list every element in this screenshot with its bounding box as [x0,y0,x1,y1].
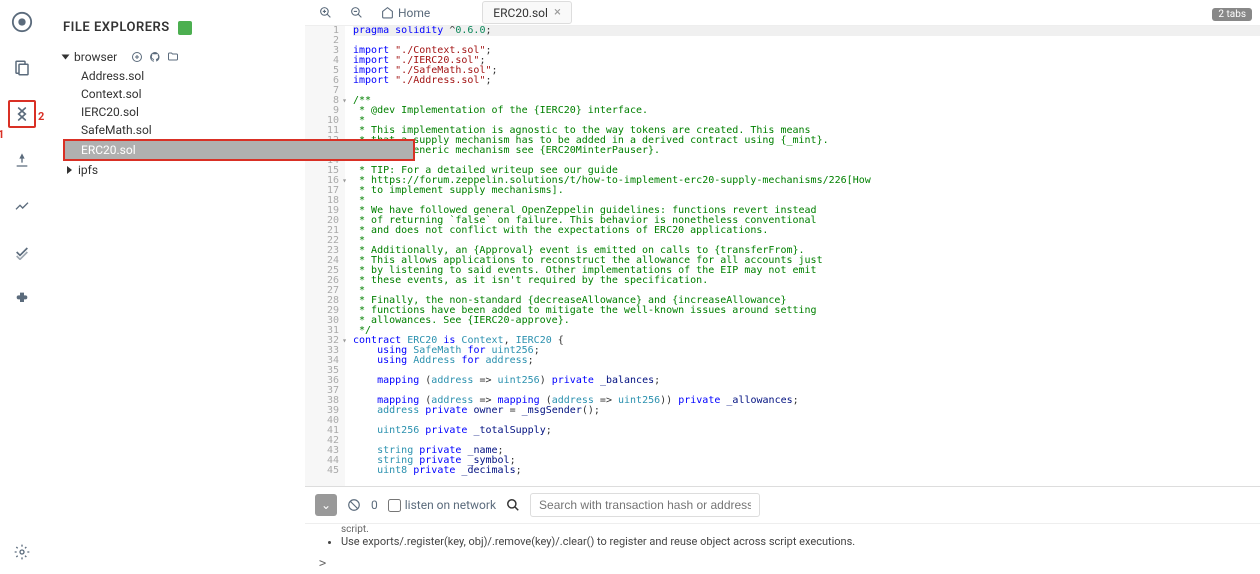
plugin-manager-icon[interactable] [8,284,36,312]
caret-down-icon [62,55,70,60]
zoom-in-icon[interactable] [313,4,338,21]
folder-label: browser [74,50,117,64]
testing-icon[interactable] [8,238,36,266]
settings-icon[interactable] [8,538,36,566]
tree-file-item[interactable]: Context.sol [63,85,295,103]
pending-tx-count: 0 [371,498,378,512]
listen-network-toggle[interactable]: listen on network [388,498,496,512]
folder-label: ipfs [78,163,98,177]
tree-file-item[interactable]: IERC20.sol [63,103,295,121]
code-editor[interactable]: 12345678▾910111213141516▾171819202122232… [305,26,1260,486]
editor-tab[interactable]: ERC20.sol × [482,1,572,24]
zoom-out-icon[interactable] [344,4,369,21]
listen-network-checkbox[interactable] [388,499,401,512]
annotation-2: 2 [38,110,44,123]
tab-label: ERC20.sol [493,6,548,20]
annotation-1: 1 [0,128,4,141]
file-explorer-panel: FILE EXPLORERS browser Address.solContex… [45,0,305,574]
main-area: Home ERC20.sol × 2 tabs 12345678▾9101112… [305,0,1260,574]
file-explorer-badge-icon [178,21,192,35]
deploy-run-icon[interactable] [8,146,36,174]
remix-logo-icon[interactable] [8,8,36,36]
tx-search-input[interactable] [530,493,760,517]
expand-terminal-icon[interactable]: ⌄ [315,494,337,516]
tree-file-item[interactable]: ERC20.sol [63,139,415,161]
clear-console-icon[interactable] [347,498,361,512]
file-explorer-icon[interactable] [8,54,36,82]
editor-toolbar: Home ERC20.sol × 2 tabs [305,0,1260,26]
file-explorer-title: FILE EXPLORERS [63,20,170,35]
new-file-icon[interactable] [131,51,143,63]
tree-file-item[interactable]: Address.sol [63,67,295,85]
search-icon[interactable] [506,498,520,512]
tree-folder-ipfs[interactable]: ipfs [63,161,295,179]
github-icon[interactable] [149,51,161,63]
terminal-panel: ⌄ 0 listen on network script. Use export… [305,486,1260,574]
solidity-compiler-icon[interactable] [8,100,36,128]
close-icon[interactable]: × [554,5,561,20]
console-line: Use exports/.register(key, obj)/.remove(… [341,535,1246,548]
tabs-count-badge[interactable]: 2 tabs [1212,8,1252,21]
icon-sidebar: 1 2 [0,0,45,574]
home-button[interactable]: Home [375,4,436,22]
folder-icon[interactable] [167,51,179,63]
analysis-icon[interactable] [8,192,36,220]
tree-file-item[interactable]: SafeMath.sol [63,121,295,139]
tree-folder-browser[interactable]: browser [63,47,295,67]
console-output: script. Use exports/.register(key, obj)/… [305,524,1260,552]
console-prompt[interactable]: > [305,552,1260,574]
caret-right-icon [67,166,72,174]
